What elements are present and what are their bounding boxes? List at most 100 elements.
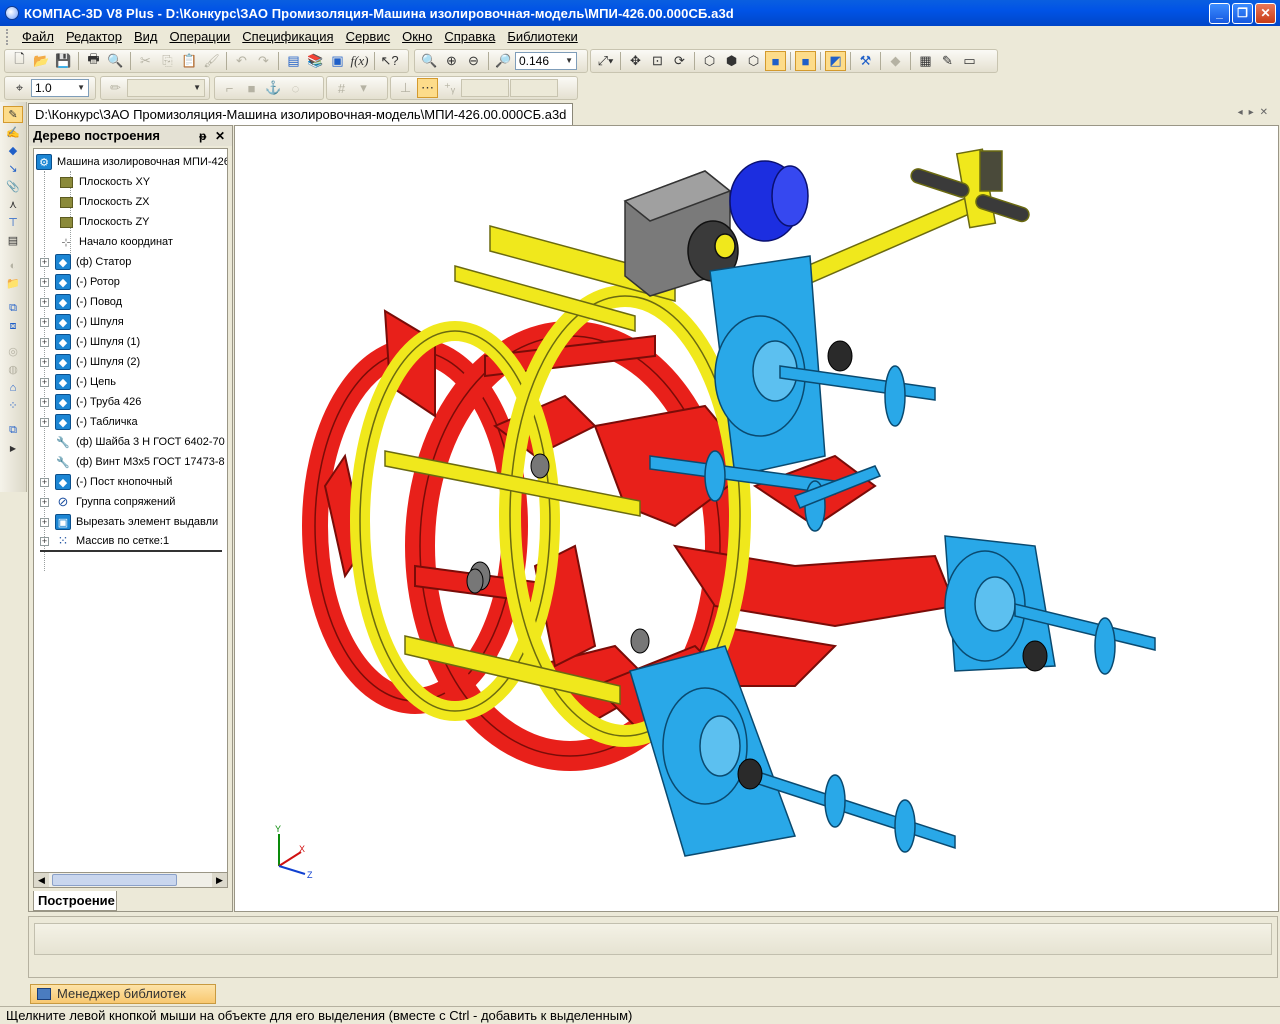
maximize-button[interactable]: ❐	[1232, 3, 1253, 24]
menu-file[interactable]: Файл	[16, 26, 60, 48]
measure-icon[interactable]: ⌂	[3, 379, 23, 396]
paste-icon[interactable]: 📋	[179, 51, 200, 71]
part-editing-icon[interactable]: ◆	[3, 142, 23, 159]
orientation-icon[interactable]: ⤢▾	[595, 51, 616, 71]
tree-node-grid-array[interactable]: + ⁙ Массив по сетке:1	[40, 532, 222, 552]
mates-icon[interactable]: ⧈	[3, 318, 23, 335]
3d-viewport[interactable]: Y X Z	[234, 125, 1279, 912]
tree-node-screw[interactable]: 🔧 (ф) Винт М3х5 ГОСТ 17473-8	[55, 452, 225, 472]
library-icon[interactable]: ⧉	[3, 422, 23, 439]
scroll-right-icon[interactable]: ▶	[212, 873, 227, 887]
tree-node-plane-zx[interactable]: Плоскость ZX	[58, 192, 150, 212]
tree-manager-icon[interactable]: ▤	[283, 51, 304, 71]
tree-node-root[interactable]: ⚙ Машина изолировочная МПИ-426	[36, 152, 227, 172]
variables-icon[interactable]: ▣	[327, 51, 348, 71]
add-component-icon[interactable]: ◐	[3, 257, 23, 274]
scroll-left-icon[interactable]: ◀	[34, 873, 49, 887]
expand-icon[interactable]: +	[40, 477, 49, 487]
expand-icon[interactable]: +	[40, 377, 49, 387]
filters-icon[interactable]: ⊤	[3, 214, 23, 231]
menu-specification[interactable]: Спецификация	[236, 26, 339, 48]
expand-toolbar-icon[interactable]: ▶	[3, 440, 23, 457]
coord-y-field[interactable]	[510, 79, 558, 97]
library-manager-tab[interactable]: Менеджер библиотек	[30, 984, 216, 1004]
properties-icon[interactable]: ▦	[915, 51, 936, 71]
tab-build[interactable]: Построение	[33, 891, 117, 911]
open-folder-icon[interactable]: 📂	[31, 51, 52, 71]
tree-node-mates-group[interactable]: + ⊘ Группа сопряжений	[40, 492, 175, 512]
cursor-step-icon[interactable]: ⌖	[9, 78, 30, 98]
context-help-icon[interactable]: ↖?	[379, 51, 400, 71]
perspective-icon[interactable]: ◩	[825, 51, 846, 71]
zoom-in-icon[interactable]: ⊕	[441, 51, 462, 71]
rotate-icon[interactable]: ⟳	[669, 51, 690, 71]
tree-node-spool-1[interactable]: + ◆ (-) Шпуля (1)	[40, 332, 140, 352]
pan-icon[interactable]: ✥	[625, 51, 646, 71]
local-cs-icon[interactable]: ⌐	[219, 78, 240, 98]
move-component-icon[interactable]: ◎	[3, 343, 23, 360]
display-icon[interactable]: ▭	[959, 51, 980, 71]
expand-icon[interactable]: +	[40, 497, 49, 507]
sketch-icon[interactable]: ✍	[3, 124, 23, 141]
menu-libraries[interactable]: Библиотеки	[501, 26, 583, 48]
function-fx-icon[interactable]: f(x)	[349, 51, 370, 71]
create-part-icon[interactable]: ⧉	[3, 300, 23, 317]
specification-icon[interactable]: ▤	[3, 232, 23, 249]
orthogonal-icon[interactable]: ⊥	[395, 78, 416, 98]
hidden-thin-icon[interactable]: ⬡	[743, 51, 764, 71]
print-icon[interactable]: 🖶	[83, 51, 104, 71]
save-icon[interactable]: 💾	[53, 51, 74, 71]
spatial-curves-icon[interactable]: ↘	[3, 160, 23, 177]
tab-nav-arrows[interactable]: ◂▸✕	[1238, 107, 1274, 118]
cursor-coords-icon[interactable]: ⁺ᵧ	[439, 78, 460, 98]
scroll-thumb[interactable]	[52, 874, 177, 886]
layer-icon[interactable]: ✏	[105, 78, 126, 98]
shaded-edges-icon[interactable]: ■	[795, 51, 816, 71]
close-button[interactable]: ✕	[1255, 3, 1276, 24]
menu-operations[interactable]: Операции	[163, 26, 236, 48]
tree-node-rotor[interactable]: + ◆ (-) Ротор	[40, 272, 120, 292]
hidden-lines-icon[interactable]: ⬢	[721, 51, 742, 71]
library-manager-icon[interactable]: 📚	[305, 51, 326, 71]
document-tab[interactable]: D:\Конкурс\ЗАО Промизоляция-Машина изоли…	[28, 103, 574, 125]
tree-node-plane-xy[interactable]: Плоскость XY	[58, 172, 150, 192]
minimize-button[interactable]: _	[1209, 3, 1230, 24]
copy-icon[interactable]: ⎘	[157, 51, 178, 71]
close-icon[interactable]: ✕	[215, 126, 225, 146]
render-icon[interactable]: ◆	[885, 51, 906, 71]
parametric-mode-icon[interactable]: ⋯	[417, 78, 438, 98]
round-icon[interactable]: ◌	[285, 78, 306, 98]
wireframe-icon[interactable]: ⬡	[699, 51, 720, 71]
menu-edit[interactable]: Редактор	[60, 26, 128, 48]
step-field[interactable]: 1.0 ▼	[31, 79, 89, 97]
component-from-file-icon[interactable]: 📁	[3, 275, 23, 292]
redo-icon[interactable]: ↷	[253, 51, 274, 71]
zoom-scale-icon[interactable]: 🔎	[493, 51, 514, 71]
coord-x-field[interactable]	[461, 79, 509, 97]
format-painter-icon[interactable]: 🖌	[201, 51, 222, 71]
tree-horizontal-scrollbar[interactable]: ◀ ▶	[33, 872, 228, 888]
tree-node-povod[interactable]: + ◆ (-) Повод	[40, 292, 122, 312]
tree-node-spool-2[interactable]: + ◆ (-) Шпуля (2)	[40, 352, 140, 372]
cut-icon[interactable]: ✂	[135, 51, 156, 71]
layer-field[interactable]: ▼	[127, 79, 205, 97]
zoom-out-icon[interactable]: ⊖	[463, 51, 484, 71]
array-icon[interactable]: ⁘	[3, 397, 23, 414]
tree-node-cut-extrude[interactable]: + ▣ Вырезать элемент выдавли	[40, 512, 218, 532]
zoom-fit-icon[interactable]: ⊡	[647, 51, 668, 71]
pin-icon[interactable]: ᵽ	[199, 126, 206, 146]
tree-node-washer[interactable]: 🔧 (ф) Шайба 3 Н ГОСТ 6402-70	[55, 432, 225, 452]
menu-window[interactable]: Окно	[396, 26, 438, 48]
tree-node-chain[interactable]: + ◆ (-) Цепь	[40, 372, 116, 392]
shaded-icon[interactable]: ■	[765, 51, 786, 71]
surfaces-icon[interactable]: 📎	[3, 178, 23, 195]
zoom-window-icon[interactable]: 🔍	[419, 51, 440, 71]
edit-component-icon[interactable]: ✎	[937, 51, 958, 71]
expand-icon[interactable]: +	[40, 257, 49, 267]
tree-node-spool[interactable]: + ◆ (-) Шпуля	[40, 312, 124, 332]
print-preview-icon[interactable]: 🔍	[105, 51, 126, 71]
snap-icon[interactable]: ⚓	[263, 78, 284, 98]
tree-node-pipe[interactable]: + ◆ (-) Труба 426	[40, 392, 141, 412]
fill-icon[interactable]: ■	[241, 78, 262, 98]
expand-icon[interactable]: +	[40, 517, 49, 527]
